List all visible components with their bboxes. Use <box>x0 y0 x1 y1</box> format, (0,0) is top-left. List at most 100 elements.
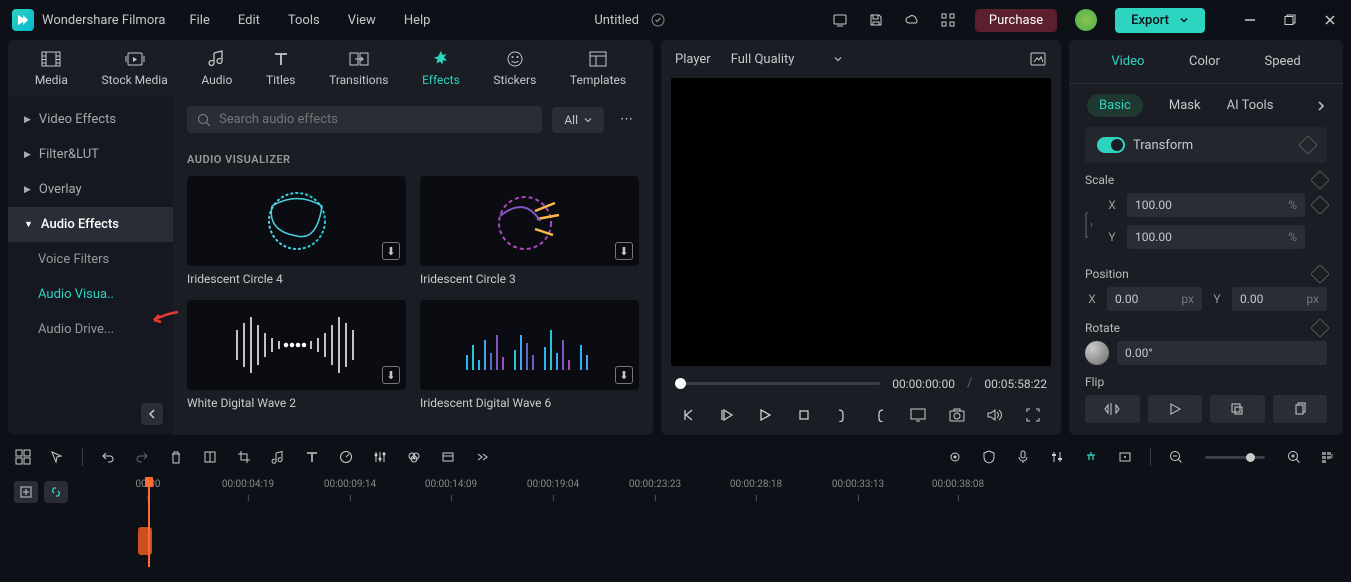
tl-layout-icon[interactable] <box>14 448 32 466</box>
subtab-more-button[interactable] <box>1317 100 1325 112</box>
tab-effects[interactable]: Effects <box>412 40 470 96</box>
flip-copy-button[interactable] <box>1273 395 1328 423</box>
quality-dropdown[interactable]: Full Quality <box>731 52 843 67</box>
rotate-knob[interactable] <box>1085 341 1109 365</box>
scale-y-input[interactable]: 100.00% <box>1127 225 1305 249</box>
search-input[interactable] <box>219 112 532 127</box>
tl-adjust-icon[interactable] <box>371 448 389 466</box>
add-track-button[interactable] <box>14 481 38 503</box>
purchase-button[interactable]: Purchase <box>975 9 1057 32</box>
scale-x-input[interactable]: 100.00% <box>1127 193 1305 217</box>
transform-toggle[interactable] <box>1097 137 1125 153</box>
pos-y-input[interactable]: 0.00px <box>1232 287 1327 311</box>
tl-mixer-icon[interactable] <box>1048 448 1066 466</box>
fullscreen-button[interactable] <box>1023 405 1043 425</box>
link-axes-icon[interactable] <box>1085 207 1097 243</box>
panel-tab-color[interactable]: Color <box>1181 50 1228 73</box>
user-avatar[interactable] <box>1075 9 1097 31</box>
player-canvas[interactable] <box>671 78 1051 366</box>
subtab-mask[interactable]: Mask <box>1169 98 1201 113</box>
tab-transitions[interactable]: Transitions <box>319 40 398 96</box>
tl-crop-icon[interactable] <box>235 448 253 466</box>
sidebar-video-effects[interactable]: ▶Video Effects <box>8 102 173 137</box>
play-button[interactable] <box>755 405 775 425</box>
zoom-handle[interactable] <box>1246 453 1255 462</box>
tl-speed-icon[interactable] <box>337 448 355 466</box>
cloud-icon[interactable] <box>903 11 921 29</box>
mark-in-button[interactable] <box>832 405 852 425</box>
volume-button[interactable] <box>985 405 1005 425</box>
more-options-button[interactable]: ⋯ <box>614 112 639 127</box>
keyframe-diamond-icon[interactable] <box>1310 170 1330 190</box>
effect-iridescent-digital-wave-6[interactable]: ⬇ Iridescent Digital Wave 6 <box>420 300 639 410</box>
tl-undo-icon[interactable] <box>99 448 117 466</box>
tl-frame-icon[interactable] <box>1116 448 1134 466</box>
search-box[interactable] <box>187 106 542 133</box>
download-icon[interactable]: ⬇ <box>615 242 633 260</box>
zoom-slider[interactable] <box>1205 456 1265 459</box>
keyframe-diamond-icon[interactable] <box>1298 135 1318 155</box>
timeline-tracks[interactable]: 00:00 00:00:04:19 00:00:09:14 00:00:14:0… <box>88 477 1343 567</box>
tl-color-icon[interactable] <box>405 448 423 466</box>
timeline-ruler[interactable]: 00:00 00:00:04:19 00:00:09:14 00:00:14:0… <box>88 477 1343 501</box>
sidebar-audio-visualizer[interactable]: Audio Visua.. <box>8 277 173 312</box>
seek-handle[interactable] <box>675 378 686 389</box>
sidebar-filter-lut[interactable]: ▶Filter&LUT <box>8 137 173 172</box>
keyframe-diamond-icon[interactable] <box>1310 195 1330 215</box>
tl-magnet-icon[interactable] <box>1082 448 1100 466</box>
tl-redo-icon[interactable] <box>133 448 151 466</box>
device-icon[interactable] <box>831 11 849 29</box>
snapshot-icon[interactable] <box>1029 50 1047 68</box>
subtab-basic[interactable]: Basic <box>1087 94 1143 117</box>
tl-keyframe-icon[interactable] <box>439 448 457 466</box>
tl-zoom-in-icon[interactable] <box>1285 448 1303 466</box>
menu-tools[interactable]: Tools <box>288 13 320 28</box>
tab-media[interactable]: Media <box>25 40 78 96</box>
stop-button[interactable] <box>794 405 814 425</box>
effect-iridescent-circle-3[interactable]: ⬇ Iridescent Circle 3 <box>420 176 639 286</box>
keyframe-diamond-icon[interactable] <box>1310 318 1330 338</box>
flip-rotate-button[interactable] <box>1210 395 1265 423</box>
close-button[interactable] <box>1321 11 1339 29</box>
tl-shield-icon[interactable] <box>980 448 998 466</box>
tl-split-icon[interactable] <box>201 448 219 466</box>
sync-status-icon[interactable] <box>649 11 667 29</box>
sidebar-audio-effects[interactable]: ▼Audio Effects <box>8 207 173 242</box>
seek-bar[interactable] <box>675 382 880 385</box>
camera-button[interactable] <box>947 405 967 425</box>
tl-fit-icon[interactable] <box>1319 448 1337 466</box>
tab-stickers[interactable]: Stickers <box>483 40 546 96</box>
tl-zoom-out-icon[interactable] <box>1167 448 1185 466</box>
sidebar-voice-filters[interactable]: Voice Filters <box>8 242 173 277</box>
subtab-ai-tools[interactable]: AI Tools <box>1227 98 1274 113</box>
tl-mic-icon[interactable] <box>1014 448 1032 466</box>
playhead[interactable] <box>148 477 150 567</box>
menu-view[interactable]: View <box>348 13 376 28</box>
menu-help[interactable]: Help <box>404 13 431 28</box>
save-icon[interactable] <box>867 11 885 29</box>
play-pause-button[interactable] <box>717 405 737 425</box>
keyframe-diamond-icon[interactable] <box>1310 227 1330 247</box>
tl-more-icon[interactable] <box>473 448 491 466</box>
rotate-input[interactable]: 0.00° <box>1117 341 1327 365</box>
sidebar-collapse-button[interactable] <box>141 403 163 425</box>
panel-tab-video[interactable]: Video <box>1103 50 1152 73</box>
apps-icon[interactable] <box>939 11 957 29</box>
effect-white-digital-wave-2[interactable]: ⬇ White Digital Wave 2 <box>187 300 406 410</box>
tl-delete-icon[interactable] <box>167 448 185 466</box>
download-icon[interactable]: ⬇ <box>615 366 633 384</box>
link-track-button[interactable] <box>44 481 68 503</box>
filter-dropdown[interactable]: All <box>552 107 604 133</box>
tl-marker-icon[interactable] <box>946 448 964 466</box>
download-icon[interactable]: ⬇ <box>382 242 400 260</box>
prev-frame-button[interactable] <box>679 405 699 425</box>
effect-iridescent-circle-4[interactable]: ⬇ Iridescent Circle 4 <box>187 176 406 286</box>
sidebar-overlay[interactable]: ▶Overlay <box>8 172 173 207</box>
maximize-button[interactable] <box>1281 11 1299 29</box>
export-button[interactable]: Export <box>1115 8 1205 33</box>
minimize-button[interactable] <box>1241 11 1259 29</box>
sidebar-audio-drive[interactable]: Audio Drive... <box>8 312 173 347</box>
flip-vertical-button[interactable] <box>1148 395 1203 423</box>
tab-audio[interactable]: Audio <box>191 40 242 96</box>
tab-stock-media[interactable]: Stock Media <box>92 40 178 96</box>
